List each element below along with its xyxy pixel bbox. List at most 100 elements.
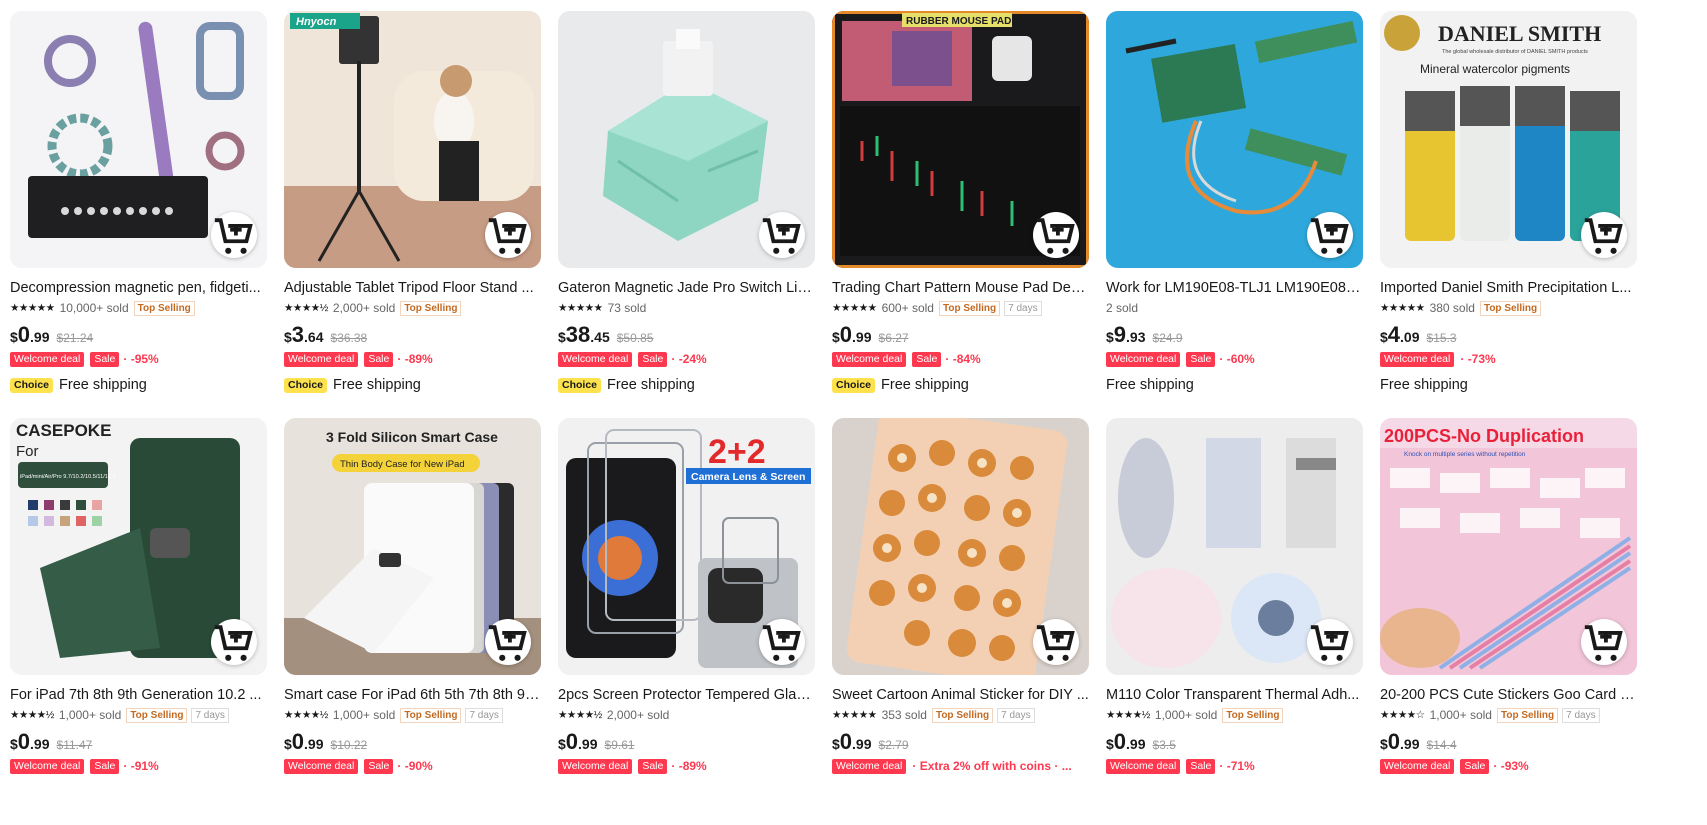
discount-text: · -89% (397, 352, 433, 366)
price-integer: 38 (565, 322, 591, 347)
product-card[interactable]: Work for LM190E08-TLJ1 LM190E08-T... 2 s… (1106, 11, 1363, 418)
product-image[interactable] (1106, 418, 1363, 675)
deal-row: Welcome deal Sale · -84% (832, 350, 1089, 368)
product-card[interactable]: Gateron Magnetic Jade Pro Switch Lin... … (558, 11, 815, 418)
rating-stars: ★★★★☆ (1380, 709, 1425, 721)
price-integer: 0 (291, 729, 305, 754)
product-title[interactable]: Gateron Magnetic Jade Pro Switch Lin... (558, 279, 815, 297)
add-to-cart-button[interactable] (1581, 619, 1627, 665)
product-meta: ★★★★★ 73 sold (558, 300, 815, 316)
cart-add-icon (1310, 217, 1349, 254)
discount-text: · -93% (1493, 759, 1529, 773)
welcome-deal-badge: Welcome deal (1380, 758, 1455, 774)
product-title[interactable]: Trading Chart Pattern Mouse Pad Des... (832, 279, 1089, 297)
welcome-deal-badge: Welcome deal (1106, 351, 1181, 367)
price-integer: 3 (291, 322, 305, 347)
original-price: $15.3 (1426, 331, 1457, 345)
product-card[interactable]: M110 Color Transparent Thermal Adh... ★★… (1106, 418, 1363, 825)
sold-count: 353 sold (881, 708, 927, 722)
top-selling-badge: Top Selling (1496, 707, 1559, 723)
price-integer: 0 (1113, 729, 1127, 754)
price-integer: 0 (565, 729, 579, 754)
product-title[interactable]: For iPad 7th 8th 9th Generation 10.2 ... (10, 686, 267, 704)
product-title[interactable]: Imported Daniel Smith Precipitation L... (1380, 279, 1637, 297)
product-meta: ★★★★★ 10,000+ sold Top Selling (10, 300, 267, 316)
product-title[interactable]: 2pcs Screen Protector Tempered Glas... (558, 686, 815, 704)
add-to-cart-button[interactable] (1307, 212, 1353, 258)
product-title[interactable]: Smart case For iPad 6th 5th 7th 8th 9t..… (284, 686, 541, 704)
deal-row: Welcome deal Sale · -24% (558, 350, 815, 368)
product-image[interactable] (558, 11, 815, 268)
price: $0.99 $10.22 (284, 729, 541, 754)
product-card[interactable]: 3 Fold Silicon Smart Case Thin Body Case… (284, 418, 541, 825)
add-to-cart-button[interactable] (1581, 212, 1627, 258)
original-price: $10.22 (330, 738, 368, 752)
product-card[interactable]: Sweet Cartoon Animal Sticker for DIY ...… (832, 418, 1089, 825)
product-image[interactable]: Hnyocn (284, 11, 541, 268)
product-title[interactable]: Adjustable Tablet Tripod Floor Stand ... (284, 279, 541, 297)
price-decimal: .99 (30, 329, 50, 345)
add-to-cart-button[interactable] (485, 212, 531, 258)
add-to-cart-button[interactable] (759, 212, 805, 258)
product-title[interactable]: Decompression magnetic pen, fidgeti... (10, 279, 267, 297)
top-selling-badge: Top Selling (400, 300, 462, 316)
sold-count: 600+ sold (881, 301, 934, 315)
price-decimal: .99 (1126, 736, 1146, 752)
product-image[interactable]: RUBBER MOUSE PAD (832, 11, 1089, 268)
product-card[interactable]: Decompression magnetic pen, fidgeti... ★… (10, 11, 267, 418)
product-title[interactable]: M110 Color Transparent Thermal Adh... (1106, 686, 1363, 704)
deal-row: Welcome deal Sale · -90% (284, 757, 541, 775)
product-card[interactable]: Hnyocn Adjustable Tablet Tripod Floor St… (284, 11, 541, 418)
price-currency: $ (284, 736, 292, 752)
product-title[interactable]: Sweet Cartoon Animal Sticker for DIY ... (832, 686, 1089, 704)
shipping-text: Free shipping (59, 377, 147, 393)
add-to-cart-button[interactable] (759, 619, 805, 665)
product-image[interactable] (832, 418, 1089, 675)
product-image[interactable]: CASEPOKE For iPad/mini/Air/Pro 9.7/10.2/… (10, 418, 267, 675)
rating-stars: ★★★★½ (1106, 709, 1150, 721)
discount-text: · -84% (945, 352, 981, 366)
add-to-cart-button[interactable] (1307, 619, 1353, 665)
image-subtitle-text: Camera Lens & Screen (691, 471, 805, 483)
image-banner-text: RUBBER MOUSE PAD (906, 16, 1011, 27)
product-meta: ★★★★½ 1,000+ sold Top Selling (1106, 707, 1363, 723)
product-card[interactable]: CASEPOKE For iPad/mini/Air/Pro 9.7/10.2/… (10, 418, 267, 825)
product-grid: Decompression magnetic pen, fidgeti... ★… (10, 11, 1637, 825)
price-integer: 0 (839, 322, 853, 347)
sale-badge: Sale (364, 758, 394, 774)
product-title[interactable]: Work for LM190E08-TLJ1 LM190E08-T... (1106, 279, 1363, 297)
product-card[interactable]: DANIEL SMITH The global wholesale distri… (1380, 11, 1637, 418)
product-image[interactable] (10, 11, 267, 268)
price-decimal: .45 (590, 329, 610, 345)
product-image[interactable]: 3 Fold Silicon Smart Case Thin Body Case… (284, 418, 541, 675)
brand-text: CASEPOKE (16, 421, 111, 440)
price-decimal: .99 (1400, 736, 1420, 752)
price-decimal: .99 (852, 736, 872, 752)
welcome-deal-badge: Welcome deal (284, 351, 359, 367)
welcome-deal-badge: Welcome deal (284, 758, 359, 774)
add-to-cart-button[interactable] (1033, 619, 1079, 665)
product-meta: ★★★★★ 353 sold Top Selling 7 days (832, 707, 1089, 723)
price-currency: $ (1380, 329, 1388, 345)
product-card[interactable]: 200PCS-No Duplication Knock on multiple … (1380, 418, 1637, 825)
price-decimal: .99 (30, 736, 50, 752)
product-title[interactable]: 20-200 PCS Cute Stickers Goo Card Ka... (1380, 686, 1637, 704)
product-image[interactable] (1106, 11, 1363, 268)
rating-stars: ★★★★½ (284, 709, 328, 721)
price-decimal: .99 (578, 736, 598, 752)
product-card[interactable]: RUBBER MOUSE PAD Trading Chart Pattern M… (832, 11, 1089, 418)
product-image[interactable]: 200PCS-No Duplication Knock on multiple … (1380, 418, 1637, 675)
sale-badge: Sale (638, 758, 668, 774)
delivery-days-badge: 7 days (1004, 300, 1042, 316)
price: $0.99 $2.79 (832, 729, 1089, 754)
add-to-cart-button[interactable] (211, 619, 257, 665)
original-price: $9.61 (604, 738, 635, 752)
add-to-cart-button[interactable] (485, 619, 531, 665)
product-meta: 2 sold (1106, 300, 1363, 316)
add-to-cart-button[interactable] (1033, 212, 1079, 258)
product-image[interactable]: 2+2 Camera Lens & Screen (558, 418, 815, 675)
add-to-cart-button[interactable] (211, 212, 257, 258)
sale-badge: Sale (912, 351, 942, 367)
product-card[interactable]: 2+2 Camera Lens & Screen 2pcs Screen Pro… (558, 418, 815, 825)
product-image[interactable]: DANIEL SMITH The global wholesale distri… (1380, 11, 1637, 268)
